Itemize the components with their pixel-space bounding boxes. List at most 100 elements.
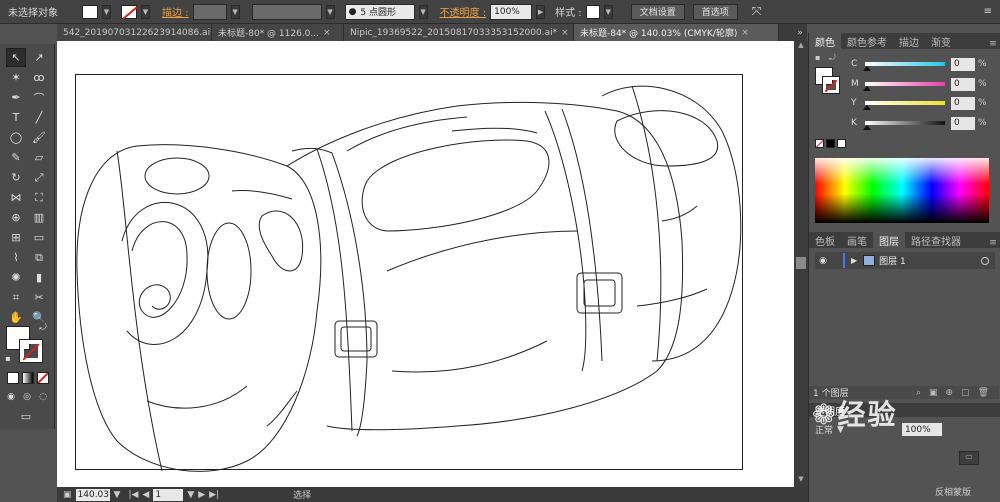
- tab-swatches[interactable]: 色板: [809, 232, 841, 248]
- rotate-tool-icon[interactable]: ↻: [6, 168, 26, 187]
- panel-menu-icon[interactable]: ≡: [984, 6, 992, 17]
- width-tool-icon[interactable]: ⋈: [6, 188, 26, 207]
- k-slider[interactable]: [863, 121, 945, 130]
- free-transform-tool-icon[interactable]: ⛶: [29, 188, 49, 207]
- zoom-dropdown-icon[interactable]: ▣: [63, 490, 72, 500]
- tab-stroke[interactable]: 描边: [893, 33, 925, 49]
- c-slider[interactable]: [863, 62, 945, 71]
- stroke-dropdown-icon[interactable]: ▼: [141, 4, 150, 19]
- m-slider[interactable]: [863, 82, 945, 91]
- brush-dropdown-icon[interactable]: ▼: [418, 4, 428, 19]
- scale-tool-icon[interactable]: ⤢: [29, 168, 49, 187]
- swap-fill-stroke-icon[interactable]: ⤾: [36, 322, 50, 334]
- stroke-weight-dropdown-icon[interactable]: ▼: [230, 4, 240, 19]
- fill-swatch[interactable]: [82, 4, 98, 19]
- tab-document-3[interactable]: Nipic_19369522_20150817033353152000.ai* ×: [344, 24, 574, 41]
- m-slider-knob[interactable]: [863, 86, 871, 91]
- default-colors-icon[interactable]: ▪: [2, 352, 14, 364]
- type-tool-icon[interactable]: T: [6, 108, 26, 127]
- canvas[interactable]: [57, 41, 794, 487]
- stroke-label[interactable]: 描边 :: [162, 4, 189, 19]
- next-page-icon[interactable]: ▶: [198, 490, 205, 500]
- page-field[interactable]: 1: [153, 488, 184, 501]
- close-icon[interactable]: ×: [323, 28, 331, 38]
- blend-tool-icon[interactable]: ⧉: [29, 248, 49, 267]
- blend-mode-dropdown-icon[interactable]: ▼: [837, 425, 844, 435]
- isolate-icon[interactable]: ⤧: [752, 4, 762, 19]
- eraser-tool-icon[interactable]: ▱: [29, 148, 49, 167]
- line-tool-icon[interactable]: ╱: [29, 108, 49, 127]
- direct-selection-tool-icon[interactable]: ↗: [29, 48, 49, 67]
- new-sublayer-icon[interactable]: ⊕: [946, 388, 954, 398]
- scroll-thumb[interactable]: [796, 257, 806, 269]
- ellipse-tool-icon[interactable]: ◯: [6, 128, 26, 147]
- black-swatch[interactable]: [826, 139, 835, 148]
- lasso-tool-icon[interactable]: ꝏ: [29, 68, 49, 87]
- color-mode-icon[interactable]: [7, 372, 19, 384]
- gradient-tool-icon[interactable]: ▭: [29, 228, 49, 247]
- eyedropper-tool-icon[interactable]: ⌇: [6, 248, 26, 267]
- new-layer-icon[interactable]: ▢: [961, 388, 970, 398]
- invert-mask-label[interactable]: 反相蒙版: [935, 485, 971, 498]
- clipping-mask-icon[interactable]: ▣: [929, 388, 938, 398]
- column-graph-tool-icon[interactable]: ▮: [29, 268, 49, 287]
- expand-triangle-icon[interactable]: ▶: [851, 256, 857, 265]
- opacity-dropdown-icon[interactable]: ▶: [536, 4, 546, 19]
- tab-document-1[interactable]: 542_20190703122623914086.ai*×: [57, 24, 212, 41]
- opacity-label[interactable]: 不透明度 :: [440, 4, 487, 19]
- symbol-sprayer-tool-icon[interactable]: ✺: [6, 268, 26, 287]
- vertical-scrollbar[interactable]: ▲ ▼: [794, 41, 808, 487]
- opacity-field[interactable]: 100%: [490, 3, 533, 20]
- delete-layer-icon[interactable]: 🗑: [978, 388, 989, 398]
- draw-behind-icon[interactable]: ◎: [20, 390, 34, 404]
- variable-width-dropdown-icon[interactable]: ▼: [325, 4, 335, 19]
- selection-tool-icon[interactable]: ↖: [6, 48, 26, 67]
- prev-page-icon[interactable]: ◀: [142, 490, 149, 500]
- transparency-title[interactable]: 透明度: [815, 403, 845, 418]
- style-dropdown-icon[interactable]: ▼: [603, 4, 613, 19]
- first-page-icon[interactable]: |◀: [128, 490, 138, 500]
- paintbrush-tool-icon[interactable]: 🖌: [29, 128, 49, 147]
- panel-menu-icon[interactable]: ≡: [986, 39, 1000, 49]
- k-value-field[interactable]: 0: [951, 116, 975, 130]
- zoom-dropdown-arrow-icon[interactable]: ▼: [114, 490, 121, 500]
- zoom-field[interactable]: 140.03: [75, 488, 110, 501]
- screen-mode-icon[interactable]: ▭: [16, 408, 36, 424]
- draw-inside-icon[interactable]: ◌: [36, 390, 50, 404]
- tab-pathfinder[interactable]: 路径查找器: [905, 232, 967, 248]
- variable-width-field[interactable]: [251, 3, 322, 20]
- tab-document-2[interactable]: 未标题-80* @ 1126.0... ×: [212, 24, 344, 41]
- pencil-tool-icon[interactable]: ✎: [6, 148, 26, 167]
- white-swatch[interactable]: [837, 139, 846, 148]
- tab-layers[interactable]: 图层: [873, 232, 905, 248]
- blend-mode[interactable]: 正常: [815, 423, 833, 436]
- layer-row[interactable]: ◉ ▶ 图层 1: [815, 252, 995, 269]
- close-icon[interactable]: ×: [741, 28, 749, 38]
- scroll-down-icon[interactable]: ▼: [794, 475, 808, 487]
- last-page-icon[interactable]: ▶|: [209, 490, 219, 500]
- hand-tool-icon[interactable]: ✋: [6, 308, 26, 327]
- c-value-field[interactable]: 0: [951, 57, 975, 71]
- locate-object-icon[interactable]: ⌕: [916, 388, 921, 398]
- tab-brushes[interactable]: 画笔: [841, 232, 873, 248]
- m-value-field[interactable]: 0: [951, 77, 975, 91]
- close-icon[interactable]: ×: [561, 28, 569, 38]
- chart-tool-icon[interactable]: ▥: [29, 208, 49, 227]
- color-spectrum[interactable]: [815, 158, 989, 223]
- none-swatch-icon[interactable]: [815, 139, 824, 148]
- none-mode-icon[interactable]: [37, 372, 49, 384]
- panel-menu-icon[interactable]: ≡: [986, 238, 1000, 248]
- magic-wand-tool-icon[interactable]: ✶: [6, 68, 26, 87]
- gradient-mode-icon[interactable]: [22, 372, 34, 384]
- slice-tool-icon[interactable]: ✂: [29, 288, 49, 307]
- layer-name[interactable]: 图层 1: [879, 254, 906, 267]
- stroke-color-icon[interactable]: [19, 339, 43, 363]
- target-circle-icon[interactable]: [981, 256, 989, 265]
- y-value-field[interactable]: 0: [951, 96, 975, 110]
- pen-tool-icon[interactable]: ✒: [6, 88, 26, 107]
- artboard-tool-icon[interactable]: ⌗: [6, 288, 26, 307]
- shape-builder-tool-icon[interactable]: ⊕: [6, 208, 26, 227]
- y-slider-knob[interactable]: [863, 105, 871, 110]
- scroll-up-icon[interactable]: ▲: [794, 41, 808, 53]
- visibility-eye-icon[interactable]: ◉: [815, 256, 831, 266]
